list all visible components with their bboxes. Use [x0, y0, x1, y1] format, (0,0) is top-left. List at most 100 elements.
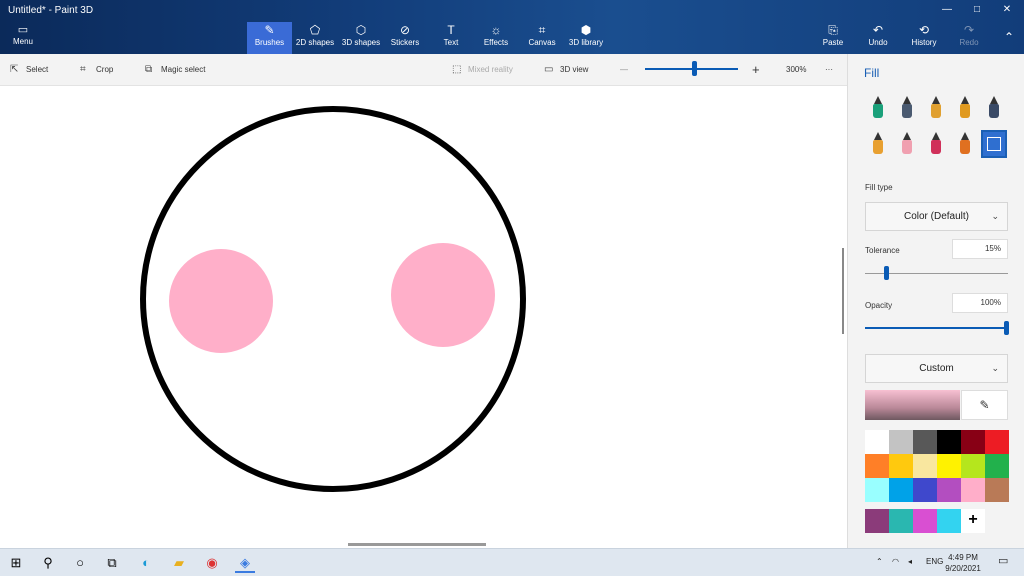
tab-effects[interactable]: ☼ Effects: [478, 22, 514, 54]
color-swatch[interactable]: [913, 454, 937, 478]
custom-color-swatch[interactable]: [913, 509, 937, 533]
fill-type-value: Color (Default): [903, 211, 970, 222]
color-swatch[interactable]: [865, 454, 889, 478]
notifications-icon[interactable]: ▭: [998, 554, 1008, 567]
more-options-button[interactable]: ···: [825, 63, 833, 77]
tab-stickers[interactable]: ⊘ Stickers: [386, 22, 424, 54]
color-swatch[interactable]: [961, 478, 985, 502]
crop-label: Crop: [96, 65, 114, 74]
tolerance-input[interactable]: 15%: [952, 239, 1008, 259]
chrome-icon[interactable]: ◉: [202, 553, 222, 573]
select-button[interactable]: ⇱ Select: [10, 63, 48, 77]
eraser-icon[interactable]: [894, 130, 920, 158]
crayon-icon[interactable]: [923, 130, 949, 158]
pencil-icon[interactable]: [865, 130, 891, 158]
tab-text[interactable]: T Text: [436, 22, 466, 54]
undo-button[interactable]: ↶ Undo: [863, 22, 893, 54]
history-button[interactable]: ⟲ History: [906, 22, 942, 54]
paste-button[interactable]: ⎘ Paste: [818, 22, 848, 54]
color-swatch[interactable]: [961, 430, 985, 454]
color-preview[interactable]: [865, 390, 960, 420]
3d-view-button[interactable]: ▭ 3D view: [544, 63, 588, 77]
opacity-slider-fill[interactable]: [865, 327, 1008, 329]
menu-button[interactable]: ▭ Menu: [6, 24, 40, 52]
custom-color-swatch[interactable]: [865, 509, 889, 533]
color-swatch[interactable]: [985, 430, 1009, 454]
redo-button[interactable]: ↷ Redo: [954, 22, 984, 54]
color-swatch[interactable]: [889, 478, 913, 502]
color-swatch[interactable]: [865, 478, 889, 502]
spray-can-icon[interactable]: [952, 130, 978, 158]
vertical-scrollbar[interactable]: [842, 248, 844, 334]
crop-icon: ⌗: [80, 64, 86, 75]
zoom-out-button[interactable]: —: [620, 63, 628, 77]
cortana-icon[interactable]: ○: [70, 553, 90, 573]
color-swatch[interactable]: [937, 454, 961, 478]
close-button[interactable]: ✕: [992, 2, 1022, 18]
collapse-ribbon-icon[interactable]: ⌃: [1004, 30, 1014, 44]
color-swatch[interactable]: [937, 430, 961, 454]
calligraphy-pen-icon[interactable]: [894, 94, 920, 122]
opacity-slider-thumb[interactable]: [1004, 321, 1009, 335]
maximize-button[interactable]: □: [962, 2, 992, 18]
custom-color-swatch[interactable]: [937, 509, 961, 533]
color-swatch[interactable]: [889, 454, 913, 478]
color-swatch[interactable]: [985, 478, 1009, 502]
redo-icon: ↷: [963, 23, 975, 37]
tab-2d-shapes[interactable]: ⬠ 2D shapes: [294, 22, 336, 54]
3d-view-icon: ▭: [544, 64, 554, 75]
color-mode-dropdown[interactable]: Custom ⌄: [865, 354, 1008, 383]
fill-type-dropdown[interactable]: Color (Default) ⌄: [865, 202, 1008, 231]
clock-time: 4:49 PM: [948, 553, 978, 562]
volume-icon[interactable]: ◂: [908, 557, 912, 566]
paint-3d-icon[interactable]: ◈: [235, 553, 255, 573]
select-label: Select: [26, 65, 49, 74]
canvas-icon: ⌗: [538, 23, 546, 37]
crop-button[interactable]: ⌗ Crop: [80, 63, 113, 77]
right-cheek-circle[interactable]: [391, 243, 495, 347]
color-swatch[interactable]: [889, 430, 913, 454]
color-swatch[interactable]: [985, 454, 1009, 478]
zoom-in-button[interactable]: +: [752, 63, 760, 77]
file-explorer-icon[interactable]: ▰: [169, 553, 189, 573]
color-swatch[interactable]: [913, 478, 937, 502]
tab-brushes[interactable]: ✎ Brushes: [247, 22, 292, 54]
tolerance-slider-thumb[interactable]: [884, 266, 890, 280]
color-swatch[interactable]: [865, 430, 889, 454]
task-view-icon[interactable]: ⧉: [102, 553, 122, 573]
color-swatch[interactable]: [961, 454, 985, 478]
tab-3d-library[interactable]: ⬢ 3D library: [566, 22, 606, 54]
history-label: History: [911, 38, 937, 47]
custom-color-swatch[interactable]: [889, 509, 913, 533]
show-hidden-icons[interactable]: ⌃: [876, 557, 883, 566]
eyedropper-button[interactable]: ✎: [961, 390, 1008, 420]
redo-label: Redo: [959, 38, 979, 47]
color-swatch[interactable]: [937, 478, 961, 502]
search-icon[interactable]: ⚲: [38, 553, 58, 573]
clock[interactable]: 4:49 PM 9/20/2021: [940, 552, 986, 574]
tab-canvas[interactable]: ⌗ Canvas: [524, 22, 560, 54]
drawing-canvas[interactable]: [0, 86, 847, 548]
network-icon[interactable]: ◠: [892, 557, 899, 566]
minimize-button[interactable]: —: [932, 2, 962, 18]
magic-select-label: Magic select: [161, 65, 206, 74]
left-cheek-circle[interactable]: [169, 249, 273, 353]
start-windows-icon[interactable]: ⊞: [6, 553, 26, 573]
fill-bucket-icon[interactable]: [981, 130, 1007, 158]
undo-label: Undo: [868, 38, 888, 47]
fill-panel: Fill Fill type Color (Default) ⌄ Toleran…: [847, 54, 1024, 548]
pixel-pen-icon[interactable]: [981, 94, 1007, 122]
oil-brush-icon[interactable]: [923, 94, 949, 122]
watercolor-icon[interactable]: [952, 94, 978, 122]
zoom-slider-thumb[interactable]: [692, 61, 698, 76]
tab-3d-shapes[interactable]: ⬡ 3D shapes: [339, 22, 383, 54]
horizontal-scrollbar[interactable]: [348, 543, 486, 546]
mixed-reality-button[interactable]: ⬚ Mixed reality: [452, 63, 513, 77]
magic-select-button[interactable]: ⧉ Magic select: [145, 63, 205, 77]
add-color-button[interactable]: +: [961, 509, 985, 533]
window-title: Untitled* - Paint 3D: [8, 5, 94, 16]
marker-icon[interactable]: [865, 94, 891, 122]
opacity-input[interactable]: 100%: [952, 293, 1008, 313]
color-swatch[interactable]: [913, 430, 937, 454]
edge-icon[interactable]: ◐: [136, 553, 156, 573]
